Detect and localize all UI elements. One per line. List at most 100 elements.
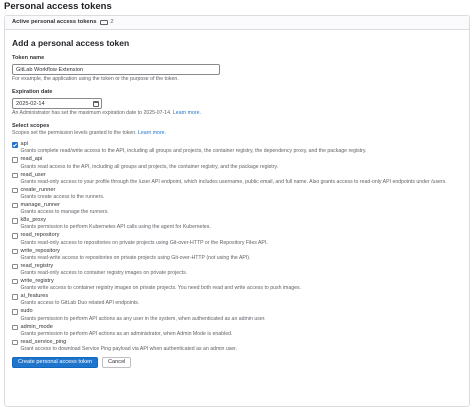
expiration-label: Expiration date — [12, 89, 53, 96]
expiration-date-input[interactable] — [13, 99, 91, 109]
scope-checkbox[interactable] — [12, 309, 18, 315]
scope-row: read_repository — [12, 232, 467, 239]
scope-row: api — [12, 141, 467, 148]
scope-description: Grants permission to perform API actions… — [20, 330, 233, 337]
scope-row: write_repository — [12, 248, 467, 255]
scopes-group: Select scopes Scopes set the permission … — [12, 123, 467, 353]
scope-name[interactable]: read_user — [21, 172, 46, 179]
token-count: 2 — [110, 18, 114, 25]
scope-list: api Grants complete read/write access to … — [12, 141, 467, 353]
scopes-help-text: Scopes set the permission levels granted… — [12, 130, 137, 137]
scope-row: read_registry — [12, 263, 467, 270]
scope-row: read_user — [12, 172, 467, 179]
scope-description: Grants complete read/write access to the… — [20, 148, 367, 155]
scope-name[interactable]: ai_features — [21, 293, 49, 300]
expiration-learn-more-link[interactable]: Learn more. — [173, 110, 201, 116]
scope-name[interactable]: api — [21, 141, 28, 148]
scope-row: manage_runner — [12, 202, 467, 209]
scope-item-read-user: read_user Grants read-only access to your… — [12, 172, 467, 186]
scope-row: ai_features — [12, 293, 467, 300]
token-name-group: Token name For example, the application … — [12, 55, 467, 83]
token-name-help: For example, the application using the t… — [12, 76, 179, 83]
scope-item-admin-mode: admin_mode Grants permission to perform A… — [12, 324, 467, 338]
scope-checkbox[interactable] — [12, 324, 18, 331]
expiration-help-text: An Administrator has set the maximum exp… — [12, 110, 172, 117]
scope-name[interactable]: write_registry — [21, 278, 54, 285]
scope-checkbox[interactable] — [12, 202, 18, 209]
scope-item-read-service-ping: read_service_ping Grant access to downloa… — [12, 339, 467, 353]
scope-item-read-repository: read_repository Grants read-only access t… — [12, 232, 467, 246]
scope-name[interactable]: read_api — [21, 156, 43, 163]
scope-description: Grants read access to the API, including… — [20, 163, 279, 170]
scope-row: k8s_proxy — [12, 217, 467, 224]
scope-description: Grants read-only access to repositories … — [20, 239, 268, 246]
scope-checkbox[interactable] — [12, 278, 18, 285]
cancel-button[interactable]: Cancel — [102, 356, 132, 368]
expiration-date-field[interactable] — [12, 98, 102, 110]
scope-description: Grants read-only access to your profile … — [20, 178, 447, 185]
expiration-group: Expiration date An Administrator has set… — [12, 89, 467, 117]
scopes-learn-more-link[interactable]: Learn more. — [138, 130, 166, 136]
scope-description: Grants permission to perform Kubernetes … — [20, 224, 211, 231]
scope-description: Grants read-only access to container reg… — [20, 269, 188, 276]
token-name-label: Token name — [12, 55, 45, 62]
expiration-help: An Administrator has set the maximum exp… — [12, 110, 467, 117]
scope-name[interactable]: read_repository — [21, 232, 60, 239]
scope-item-read-api: read_api Grants read access to the API, i… — [12, 156, 467, 170]
scope-row: read_service_ping — [12, 339, 467, 346]
scope-description: Grants permission to perform API actions… — [20, 315, 266, 322]
add-token-form: Add a personal access token Token name F… — [12, 38, 467, 368]
scope-description: Grants access to GitLab Duo related API … — [20, 300, 140, 307]
page-title: Personal access tokens — [4, 1, 112, 12]
token-icon — [100, 20, 109, 25]
scope-row: create_runner — [12, 187, 467, 194]
scope-description: Grants read-write access to repositories… — [20, 254, 251, 261]
scope-item-create-runner: create_runner Grants create access to the… — [12, 187, 467, 201]
scope-name[interactable]: sudo — [21, 308, 33, 315]
scopes-help: Scopes set the permission levels granted… — [12, 130, 467, 137]
scope-row: admin_mode — [12, 324, 467, 331]
scope-checkbox[interactable] — [12, 157, 18, 163]
scope-name[interactable]: create_runner — [21, 187, 56, 194]
scope-checkbox[interactable] — [12, 263, 18, 270]
scope-description: Grants access to manage the runners. — [20, 209, 109, 216]
scope-item-ai-features: ai_features Grants access to GitLab Duo r… — [12, 293, 467, 307]
scope-name[interactable]: manage_runner — [21, 202, 61, 209]
scope-checkbox[interactable] — [12, 248, 18, 255]
token-name-input[interactable] — [12, 64, 220, 76]
scopes-label: Select scopes — [12, 123, 50, 130]
token-count-badge: 2 — [100, 18, 114, 27]
active-tokens-header: Active personal access tokens 2 — [5, 16, 469, 30]
tokens-card: Active personal access tokens 2 Add a pe… — [4, 15, 470, 407]
scope-checkbox[interactable] — [12, 339, 18, 346]
scope-checkbox[interactable] — [12, 233, 18, 239]
scope-name[interactable]: read_service_ping — [21, 339, 67, 346]
scope-item-read-registry: read_registry Grants read-only access to … — [12, 263, 467, 277]
create-token-button[interactable]: Create personal access token — [12, 356, 99, 368]
scope-item-manage-runner: manage_runner Grants access to manage the… — [12, 202, 467, 216]
scope-row: read_api — [12, 156, 467, 163]
scope-description: Grants write access to container registr… — [20, 285, 302, 292]
scope-description: Grant access to download Service Ping pa… — [20, 346, 238, 352]
scope-item-write-repository: write_repository Grants read-write access… — [12, 248, 467, 262]
scope-name[interactable]: k8s_proxy — [21, 217, 47, 224]
scope-checkbox[interactable] — [12, 172, 18, 178]
scope-checkbox[interactable] — [12, 294, 18, 300]
scope-name[interactable]: admin_mode — [21, 324, 53, 331]
scope-checkbox[interactable] — [12, 142, 18, 148]
scope-item-sudo: sudo Grants permission to perform API act… — [12, 308, 467, 322]
scope-row: write_registry — [12, 278, 467, 285]
scope-item-k8s-proxy: k8s_proxy Grants permission to perform Ku… — [12, 217, 467, 231]
active-tokens-title: Active personal access tokens — [12, 18, 97, 25]
scope-row: sudo — [12, 308, 467, 315]
scope-name[interactable]: write_repository — [21, 248, 60, 255]
scope-checkbox[interactable] — [12, 187, 18, 194]
scope-item-write-registry: write_registry Grants write access to con… — [12, 278, 467, 292]
scope-checkbox[interactable] — [12, 218, 18, 224]
form-title: Add a personal access token — [12, 38, 130, 48]
scope-name[interactable]: read_registry — [21, 263, 54, 270]
form-actions: Create personal access token Cancel — [12, 356, 467, 368]
calendar-icon[interactable] — [93, 100, 99, 107]
scope-item-api: api Grants complete read/write access to … — [12, 141, 467, 155]
scope-description: Grants create access to the runners. — [20, 193, 105, 200]
